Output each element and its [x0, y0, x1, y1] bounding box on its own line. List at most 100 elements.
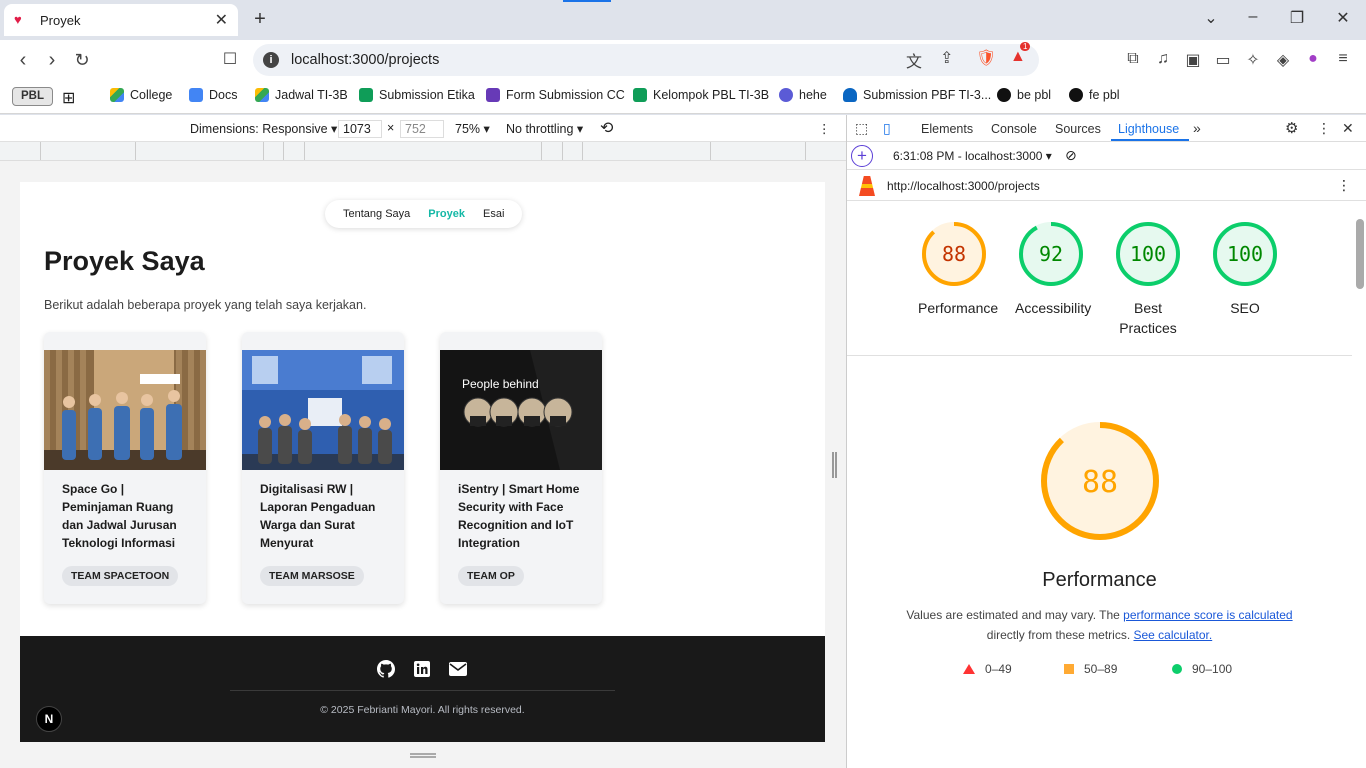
new-tab-button[interactable]: + [250, 8, 270, 31]
nextjs-dev-badge[interactable]: N [36, 706, 62, 732]
restore-button[interactable]: ❐ [1287, 8, 1307, 28]
translate-icon[interactable]: 文 [906, 48, 922, 72]
close-tab-icon[interactable]: ✕ [215, 10, 228, 30]
report-select[interactable]: 6:31:08 PM - localhost:3000 ▾ [893, 149, 1052, 163]
project-title: Digitalisasi RW | Laporan Pengaduan Warg… [260, 482, 376, 550]
zoom-select[interactable]: 75% ▾ [455, 121, 490, 136]
red-triangle-icon [963, 664, 975, 674]
bookmark-jadwal[interactable]: Jadwal TI-3B [255, 88, 348, 102]
height-input[interactable]: 752 [400, 120, 444, 138]
times-sign: × [387, 121, 395, 135]
tab-sources[interactable]: Sources [1055, 122, 1101, 136]
report-menu-icon[interactable]: ⋮ [1337, 177, 1351, 194]
nav-esai[interactable]: Esai [483, 208, 504, 220]
gauge-label: Accessibility [1015, 300, 1092, 316]
bookmarks-bar: PBL ⊞ College Docs Jadwal TI-3B Submissi… [0, 80, 1366, 114]
viewport-resize-handle[interactable] [832, 452, 837, 478]
vpn-icon[interactable]: ◈ [1273, 50, 1293, 70]
sidebar-icon[interactable]: ▣ [1183, 50, 1203, 70]
throttling-select[interactable]: No throttling ▾ [506, 121, 583, 136]
devtools-panel: ⬚ ▯ Elements Console Sources Lighthouse … [846, 115, 1366, 768]
width-input[interactable]: 1073 [338, 120, 382, 138]
new-report-icon[interactable]: + [851, 145, 873, 167]
rotate-icon[interactable]: ⟲ [600, 118, 613, 138]
gauge-ring: 100 [1213, 222, 1277, 286]
linkedin-icon[interactable] [413, 660, 431, 678]
project-title: iSentry | Smart Home Security with Face … [458, 482, 580, 550]
score-gauge-best-practices[interactable]: 100 Best Practices [1112, 220, 1184, 338]
scrollbar-thumb[interactable] [1356, 219, 1364, 289]
project-card[interactable]: People behind iSentry | Smart Home Secur… [440, 332, 602, 604]
minimize-button[interactable]: – [1243, 8, 1263, 26]
close-window-button[interactable]: ✕ [1333, 8, 1353, 28]
gauge-score: 100 [1227, 242, 1263, 266]
inspect-element-icon[interactable]: ⬚ [855, 120, 868, 137]
more-options-icon[interactable]: ⋮ [818, 121, 831, 136]
page-description: Berikut adalah beberapa proyek yang tela… [44, 298, 367, 312]
bookmark-be-pbl[interactable]: be pbl [997, 88, 1051, 102]
email-icon[interactable] [449, 660, 467, 678]
reload-button[interactable]: ↻ [71, 49, 93, 71]
project-card[interactable]: Space Go | Peminjaman Ruang dan Jadwal J… [44, 332, 206, 604]
google-forms-icon [486, 88, 500, 102]
bookmark-hehe[interactable]: hehe [779, 88, 827, 102]
tab-console[interactable]: Console [991, 122, 1037, 136]
bookmark-docs[interactable]: Docs [189, 88, 237, 102]
score-gauge-performance[interactable]: 88 Performance [918, 220, 998, 318]
settings-gear-icon[interactable]: ⚙ [1285, 119, 1298, 137]
viewport-bottom-handle[interactable] [410, 753, 436, 758]
score-gauge-seo[interactable]: 100 SEO [1209, 220, 1281, 318]
google-drive-icon [110, 88, 124, 102]
bookmark-fe-pbl[interactable]: fe pbl [1069, 88, 1120, 102]
more-tabs-icon[interactable]: » [1193, 120, 1201, 136]
nav-tentang-saya[interactable]: Tentang Saya [343, 208, 410, 220]
legend-average: 50–89 [1064, 662, 1117, 676]
media-icon[interactable]: ♫ [1153, 50, 1173, 68]
search-bookmark-icon [779, 88, 793, 102]
report-url: http://localhost:3000/projects [887, 179, 1040, 193]
bookmark-folder-pbl[interactable]: PBL [12, 87, 53, 106]
apps-icon[interactable]: ⊞ [62, 88, 75, 108]
wallet-icon[interactable]: ▭ [1213, 50, 1233, 70]
project-card[interactable]: Digitalisasi RW | Laporan Pengaduan Warg… [242, 332, 404, 604]
see-calculator-link[interactable]: See calculator. [1133, 628, 1212, 642]
close-devtools-icon[interactable]: ✕ [1342, 120, 1354, 137]
bookmark-submission-pbf[interactable]: Submission PBF TI-3... [843, 88, 991, 102]
nav-proyek[interactable]: Proyek [428, 208, 465, 220]
bookmark-form-submission[interactable]: Form Submission CC [486, 88, 625, 102]
score-gauge-accessibility[interactable]: 92 Accessibility [1015, 220, 1092, 318]
forward-button[interactable]: › [41, 49, 63, 71]
menu-icon[interactable]: ≡ [1333, 50, 1353, 68]
portfolio-page: Tentang Saya Proyek Esai Proyek Saya Ber… [20, 182, 825, 742]
tab-lighthouse[interactable]: Lighthouse [1118, 122, 1179, 136]
gauge-label: Best Practices [1119, 300, 1177, 336]
devtools-menu-icon[interactable]: ⋮ [1317, 120, 1331, 137]
report-scrollbar[interactable] [1355, 207, 1365, 765]
clear-reports-icon[interactable]: ⊘ [1065, 147, 1077, 164]
team-badge: TEAM MARSOSE [260, 566, 364, 586]
footer-divider [230, 690, 615, 691]
device-toggle-icon[interactable]: ▯ [883, 120, 891, 137]
leo-ai-icon[interactable]: ✧ [1243, 50, 1263, 70]
brave-rewards-icon[interactable]: ▲ 1 [1010, 42, 1031, 66]
google-sheets-icon [359, 88, 373, 102]
bookmark-icon[interactable]: ☐ [219, 49, 241, 71]
bookmark-submission-etika[interactable]: Submission Etika [359, 88, 475, 102]
bookmark-kelompok[interactable]: Kelompok PBL TI-3B [633, 88, 769, 102]
tab-search-icon[interactable]: ⌄ [1201, 8, 1221, 28]
share-icon[interactable]: ⇪ [940, 48, 953, 68]
dimensions-select[interactable]: Dimensions: Responsive ▾ [190, 121, 337, 136]
profile-icon[interactable]: ● [1303, 50, 1323, 68]
score-calculated-link[interactable]: performance score is calculated [1123, 608, 1292, 622]
tab-elements[interactable]: Elements [921, 122, 973, 136]
github-icon[interactable] [377, 660, 395, 678]
back-button[interactable]: ‹ [12, 49, 34, 71]
page-footer: © 2025 Febrianti Mayori. All rights rese… [20, 636, 825, 742]
extensions-icon[interactable]: ⧉ [1123, 50, 1143, 68]
brave-shields-icon[interactable]: 🛡 [976, 48, 996, 68]
bookmark-college[interactable]: College [110, 88, 172, 102]
devtools-tabbar: ⬚ ▯ Elements Console Sources Lighthouse … [847, 115, 1366, 142]
tab-proyek[interactable]: ♥ Proyek ✕ [4, 4, 238, 36]
site-info-icon[interactable]: i [263, 52, 279, 68]
google-drive-icon [255, 88, 269, 102]
